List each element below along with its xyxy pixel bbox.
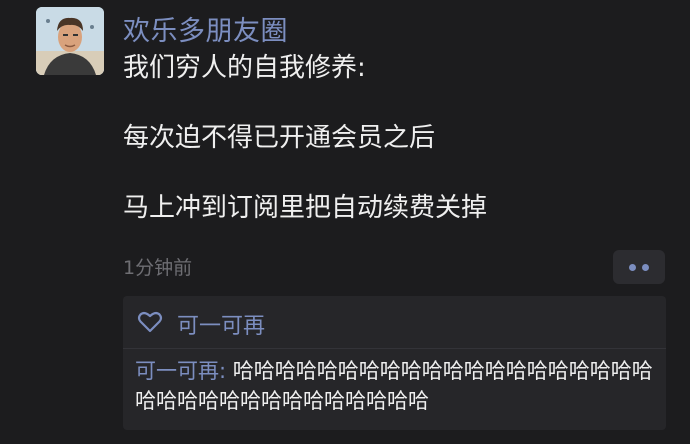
liker-name[interactable]: 可一可再 bbox=[177, 308, 265, 340]
post-line: 我们穷人的自我修养: bbox=[123, 53, 366, 83]
post-line: 每次迫不得已开通会员之后 bbox=[123, 123, 436, 153]
interaction-panel: 可一可再 可一可再: 哈哈哈哈哈哈哈哈哈哈哈哈哈哈哈哈哈哈哈哈哈哈哈哈哈哈哈哈哈… bbox=[123, 296, 666, 430]
more-actions-button[interactable] bbox=[613, 250, 665, 284]
divider bbox=[123, 348, 666, 349]
avatar[interactable] bbox=[36, 7, 104, 75]
likes-row: 可一可再 bbox=[137, 308, 265, 340]
comment: 可一可再: 哈哈哈哈哈哈哈哈哈哈哈哈哈哈哈哈哈哈哈哈哈哈哈哈哈哈哈哈哈哈哈哈哈哈 bbox=[135, 356, 661, 416]
more-dot-icon bbox=[642, 263, 649, 271]
more-dot-icon bbox=[629, 263, 636, 271]
avatar-image bbox=[36, 7, 104, 75]
post-timestamp: 1分钟前 bbox=[123, 257, 193, 279]
post-username[interactable]: 欢乐多朋友圈 bbox=[123, 9, 288, 48]
post-content: 我们穷人的自我修养: 每次迫不得已开通会员之后 马上冲到订阅里把自动续费关掉 bbox=[123, 50, 663, 226]
comment-author[interactable]: 可一可再 bbox=[135, 359, 219, 383]
comment-separator: : bbox=[219, 359, 233, 383]
heart-icon bbox=[137, 310, 163, 338]
post-line: 马上冲到订阅里把自动续费关掉 bbox=[123, 193, 488, 223]
